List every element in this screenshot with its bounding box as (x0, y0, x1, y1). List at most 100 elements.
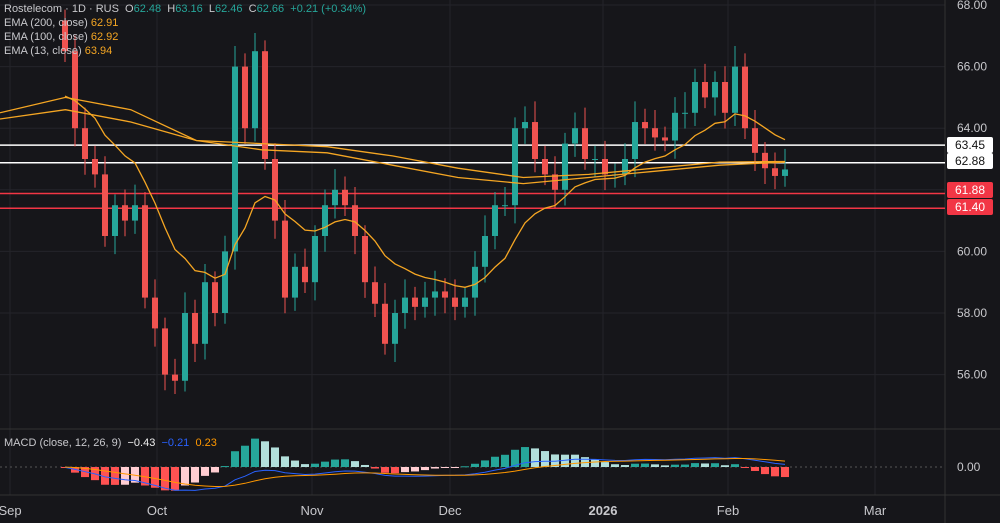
candle-body (122, 205, 128, 221)
ema100-value: 62.92 (90, 31, 119, 43)
x-tick-label: Sep (0, 503, 22, 518)
level-tag-61-88: 61.88 (947, 182, 993, 198)
candle-body (532, 122, 538, 159)
macd-histogram-bar (471, 463, 479, 467)
candle-body (362, 236, 368, 283)
macd-histogram-bar (421, 467, 429, 471)
candle-body (372, 282, 378, 304)
c-label: C (248, 3, 257, 15)
macd-histogram-bar (661, 465, 669, 467)
candle-body (722, 82, 728, 113)
x-tick-label: Oct (147, 503, 168, 518)
macd-histogram-bar (591, 459, 599, 467)
ema200-legend[interactable]: EMA (200, close) 62.91 (4, 17, 118, 29)
ema100-legend[interactable]: EMA (100, close) 62.92 (4, 31, 118, 43)
macd-histogram-bar (441, 467, 449, 468)
macd-histogram-bar (571, 454, 579, 467)
candle-body (642, 122, 648, 129)
ema13-value: 63.94 (84, 45, 113, 57)
macd-histogram-bar (641, 463, 649, 467)
candle-body (502, 205, 508, 207)
candle-body (392, 313, 398, 344)
macd-histogram-bar (391, 467, 399, 474)
macd-histogram-bar (231, 451, 239, 467)
macd-histogram-bar (221, 466, 229, 468)
macd-histogram-bar (411, 467, 419, 472)
ema200-label: EMA (200, close) (4, 17, 88, 29)
candle-body (522, 122, 528, 129)
level-tag-61-40: 61.40 (947, 199, 993, 215)
macd-histogram-bar (181, 467, 189, 486)
candle-body (302, 266, 308, 283)
macd-histogram-bar (381, 467, 389, 473)
candle-body (782, 169, 788, 176)
ema13-label: EMA (13, close) (4, 45, 82, 57)
candle-body (702, 82, 708, 98)
candle-body (482, 236, 488, 267)
candle-body (432, 291, 438, 298)
candle-body (622, 159, 628, 175)
candle-body (412, 297, 418, 307)
candle-body (212, 282, 218, 313)
level-tag-62-88: 62.88 (947, 153, 993, 169)
candle-body (292, 266, 298, 298)
macd-histogram-bar (631, 463, 639, 467)
macd-histogram-bar (361, 464, 369, 467)
candle-body (592, 159, 598, 160)
ema13-legend[interactable]: EMA (13, close) 63.94 (4, 45, 112, 57)
candle-body (732, 66, 738, 113)
candle-body (262, 51, 268, 160)
candle-body (762, 152, 768, 169)
change-value: +0.21 (+0.34%) (290, 3, 367, 15)
close-value: 62.66 (256, 3, 285, 15)
macd-histogram-bar (401, 467, 409, 473)
candle-body (652, 128, 658, 138)
candle-body (162, 328, 168, 375)
candle-body (152, 297, 158, 329)
candle-body (182, 313, 188, 381)
candle-body (442, 291, 448, 298)
candle-body (712, 82, 718, 98)
macd-histogram-bar (251, 438, 259, 467)
candle-body (282, 220, 288, 298)
candle-body (142, 205, 148, 298)
macd-histogram-bar (711, 463, 719, 467)
macd-signal-value: 0.23 (195, 437, 217, 449)
macd-histogram-bar (111, 467, 119, 485)
ema100-label: EMA (100, close) (4, 31, 88, 43)
x-tick-label: Mar (864, 503, 887, 518)
candle-body (462, 297, 468, 307)
candle-body (252, 51, 258, 129)
macd-histogram-bar (531, 448, 539, 467)
y-tick-label: 68.00 (957, 0, 987, 12)
macd-histogram-bar (451, 467, 459, 468)
ema200-line (0, 109, 786, 185)
macd-histogram-bar (741, 467, 749, 468)
macd-histogram-bar (371, 467, 379, 469)
candle-body (232, 66, 238, 252)
macd-hist-value: −0.43 (127, 437, 156, 449)
candle-body (492, 205, 498, 236)
macd-histogram-bar (601, 462, 609, 467)
macd-histogram-bar (201, 467, 209, 476)
candle-body (132, 205, 138, 221)
candle-body (112, 205, 118, 236)
macd-legend[interactable]: MACD (close, 12, 26, 9) −0.43 −0.21 0.23 (4, 437, 217, 449)
y-tick-label: 60.00 (957, 244, 987, 258)
macd-histogram-bar (351, 461, 359, 467)
macd-histogram-bar (781, 467, 789, 478)
macd-histogram-bar (311, 463, 319, 467)
candle-body (222, 251, 228, 313)
macd-histogram-bar (301, 464, 309, 467)
candle-body (452, 297, 458, 307)
macd-histogram-bar (541, 451, 549, 467)
candle-body (332, 189, 338, 206)
macd-histogram-bar (701, 463, 709, 467)
macd-histogram-bar (431, 467, 439, 469)
low-value: 62.46 (215, 3, 243, 15)
candle-body (342, 189, 348, 206)
macd-histogram-bar (721, 465, 729, 467)
ema200-value: 62.91 (90, 17, 119, 29)
candle-body (692, 82, 698, 113)
macd-histogram-bar (171, 467, 179, 491)
